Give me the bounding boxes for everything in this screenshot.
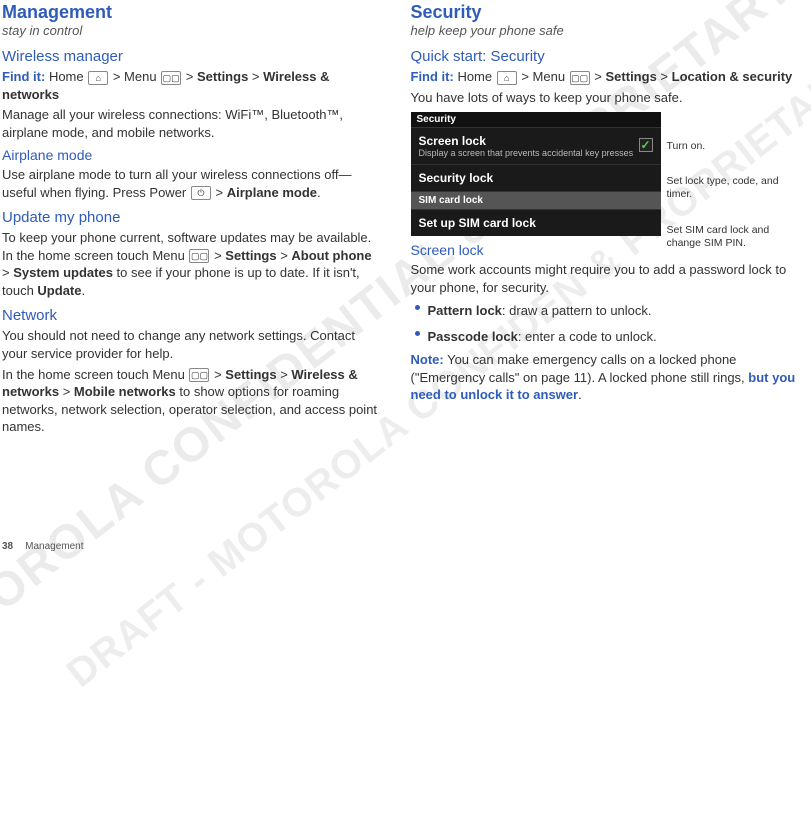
checkbox-icon: ✓ [639, 138, 653, 152]
text: . [81, 283, 85, 298]
findit-security: Find it: Home ⌂ > Menu ▢▢ > Settings > L… [411, 68, 802, 86]
home-icon: ⌂ [88, 71, 108, 85]
text: . [317, 185, 321, 200]
screenshot-item-title: Set up SIM card lock [419, 216, 653, 230]
update-desc: To keep your phone current, software upd… [2, 229, 383, 299]
screenshot-item-security-lock: Security lock [411, 164, 661, 191]
network-desc2: In the home screen touch Menu ▢▢ > Setti… [2, 366, 383, 436]
bullet-pattern-lock: Pattern lock: draw a pattern to unlock. [411, 299, 802, 323]
passcode-lock-label: Passcode lock [428, 329, 518, 344]
screenshot-section-header: SIM card lock [411, 191, 661, 209]
text: > [277, 248, 292, 263]
text: > [657, 69, 672, 84]
text: You can make emergency calls on a locked… [411, 352, 749, 385]
path-text: > [248, 69, 263, 84]
bullet-text: Pattern lock: draw a pattern to unlock. [428, 302, 652, 320]
text: . [578, 387, 582, 402]
note-label: Note: [411, 352, 444, 367]
menu-icon: ▢▢ [570, 71, 590, 85]
subtitle-security: help keep your phone safe [411, 23, 802, 38]
text: : enter a code to unlock. [518, 329, 657, 344]
heading-quick-start-security: Quick start: Security [411, 48, 802, 65]
text: > [2, 265, 13, 280]
system-updates-label: System updates [13, 265, 113, 280]
settings-label: Settings [197, 69, 248, 84]
text: Home [454, 69, 496, 84]
settings-label: Settings [225, 248, 276, 263]
screenshot-item-sub: Display a screen that prevents accidenta… [419, 148, 653, 158]
text: > [210, 367, 225, 382]
text: : draw a pattern to unlock. [502, 303, 652, 318]
about-phone-label: About phone [291, 248, 371, 263]
path-text: > [182, 69, 197, 84]
heading-management: Management [2, 2, 383, 23]
menu-icon: ▢▢ [189, 368, 209, 382]
annotation-turn-on: Turn on. [667, 140, 797, 153]
airplane-desc: Use airplane mode to turn all your wirel… [2, 166, 383, 201]
text: > [59, 384, 74, 399]
location-security-label: Location & security [672, 69, 793, 84]
menu-icon: ▢▢ [161, 71, 181, 85]
pattern-lock-label: Pattern lock [428, 303, 502, 318]
heading-wireless-manager: Wireless manager [2, 48, 383, 65]
screenshot-item-screen-lock: Screen lock Display a screen that preven… [411, 127, 661, 164]
heading-airplane-mode: Airplane mode [2, 147, 383, 163]
bullet-icon [415, 305, 420, 310]
bullet-text: Passcode lock: enter a code to unlock. [428, 328, 657, 346]
network-desc1: You should not need to change any networ… [2, 327, 383, 362]
text: In the home screen touch Menu [2, 367, 188, 382]
findit-label: Find it: [2, 69, 45, 84]
home-icon: ⌂ [497, 71, 517, 85]
update-button-label: Update [37, 283, 81, 298]
power-icon: ⏻ [191, 186, 211, 200]
path-text: > Menu [109, 69, 160, 84]
screenshot-item-title: Security lock [419, 171, 653, 185]
screenshot-item-title: Screen lock [419, 134, 653, 148]
heading-security: Security [411, 2, 802, 23]
heading-update-phone: Update my phone [2, 209, 383, 226]
settings-label: Settings [606, 69, 657, 84]
bullet-passcode-lock: Passcode lock: enter a code to unlock. [411, 325, 802, 349]
text: > [212, 185, 227, 200]
text: > Menu [518, 69, 569, 84]
menu-icon: ▢▢ [189, 249, 209, 263]
bullet-icon [415, 331, 420, 336]
settings-label: Settings [225, 367, 276, 382]
phone-screenshot: Security Screen lock Display a screen th… [411, 112, 661, 236]
path-text: Home [45, 69, 87, 84]
annotation-set-lock: Set lock type, code, and timer. [667, 175, 797, 200]
note-paragraph: Note: You can make emergency calls on a … [411, 351, 802, 404]
screen-lock-desc: Some work accounts might require you to … [411, 261, 802, 296]
subtitle-management: stay in control [2, 23, 383, 38]
security-desc: You have lots of ways to keep your phone… [411, 89, 802, 107]
heading-network: Network [2, 307, 383, 324]
annotation-sim-lock: Set SIM card lock and change SIM PIN. [667, 224, 797, 249]
text: > [591, 69, 606, 84]
text: > [210, 248, 225, 263]
screenshot-item-sim-lock: Set up SIM card lock [411, 209, 661, 236]
findit-wireless: Find it: Home ⌂ > Menu ▢▢ > Settings > W… [2, 68, 383, 103]
text: > [277, 367, 292, 382]
airplane-mode-label: Airplane mode [227, 185, 317, 200]
screenshot-titlebar: Security [411, 112, 661, 127]
wireless-desc: Manage all your wireless connections: Wi… [2, 106, 383, 141]
findit-label: Find it: [411, 69, 454, 84]
mobile-networks-label: Mobile networks [74, 384, 176, 399]
